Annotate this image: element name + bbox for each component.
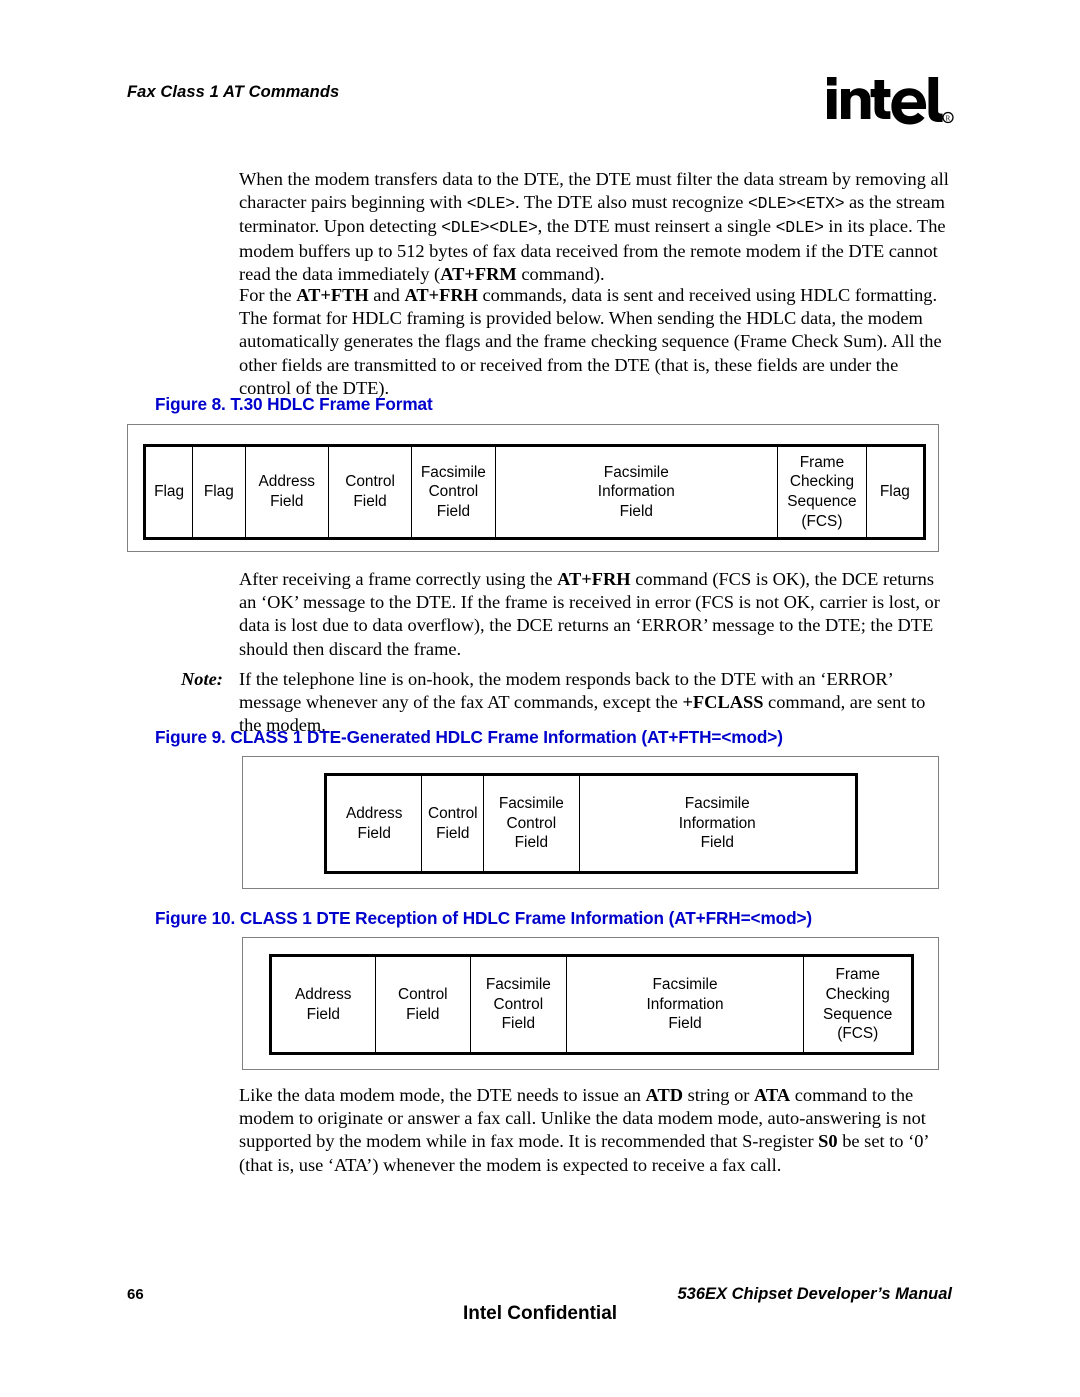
frame-field-line: Address xyxy=(345,804,403,822)
figure-8-frame: Flag Flag Address Field Control Field Facsimil… xyxy=(127,424,939,552)
figure-9-table: Address Field Control Field Facsimile Control… xyxy=(324,773,858,874)
frame-field-line: Facsimile xyxy=(498,795,564,813)
frame-field-line: (FCS) xyxy=(801,512,843,530)
frame-field-cell: Facsimile Control Field xyxy=(484,776,580,871)
frame-field-line: Field xyxy=(501,1015,535,1033)
frame-field-line: Address xyxy=(258,473,315,491)
frame-field-line: Information xyxy=(646,995,724,1013)
frame-field-line: Field xyxy=(353,493,387,510)
frame-field-cell: Address Field xyxy=(246,447,329,537)
frame-field-line: Facsimile xyxy=(652,976,718,994)
frame-field-line: Frame xyxy=(835,966,880,984)
figure-9-frame: Address Field Control Field Facsimile Control… xyxy=(242,756,939,889)
frame-field-cell: Address Field xyxy=(272,957,376,1052)
footer-page-number: 66 xyxy=(127,1286,144,1303)
running-head: Fax Class 1 AT Commands xyxy=(127,83,340,101)
footer-confidential-notice: Intel Confidential xyxy=(462,1303,618,1324)
frame-field-line: Checking xyxy=(825,985,890,1003)
svg-text:R: R xyxy=(946,115,951,123)
figure-10-table: Address Field Control Field Facsimile Control… xyxy=(269,954,914,1055)
frame-field-cell: Facsimile Information Field xyxy=(567,957,805,1052)
intel-logo-svg: R xyxy=(827,77,954,125)
footer-manual-title: 536EX Chipset Developer’s Manual xyxy=(677,1285,953,1303)
paragraph-3: After receiving a frame correctly using … xyxy=(239,569,940,659)
frame-field-line: Field xyxy=(436,824,470,842)
frame-field-line: Sequence xyxy=(823,1005,893,1023)
frame-field-line: Field xyxy=(357,824,391,842)
paragraph-4: Like the data modem mode, the DTE needs … xyxy=(239,1085,929,1175)
frame-field-line: Address xyxy=(295,985,352,1003)
frame-field-line: Flag xyxy=(154,483,185,501)
frame-field-line: Control xyxy=(427,804,478,822)
frame-field-line: Facsimile xyxy=(684,795,750,813)
paragraph-2: For the AT+FTH and AT+FRH commands, data… xyxy=(239,285,942,398)
frame-field-cell: Flag xyxy=(146,447,194,537)
note-label: Note: xyxy=(181,669,223,689)
frame-field-line: Information xyxy=(678,814,756,832)
frame-field-line: Field xyxy=(668,1015,702,1033)
frame-field-cell: Facsimile Control Field xyxy=(412,447,496,537)
frame-field-line: Field xyxy=(619,502,653,520)
frame-field-line: Control xyxy=(397,985,448,1003)
frame-field-line: Field xyxy=(436,502,471,520)
figure-10-caption: Figure 10. CLASS 1 DTE Reception of HDLC… xyxy=(155,908,813,928)
frame-field-cell: Flag xyxy=(193,447,246,537)
paragraph-1: When the modem transfers data to the DTE… xyxy=(239,169,949,284)
frame-field-cell: Frame Checking Sequence (FCS) xyxy=(804,957,911,1052)
frame-field-cell: Flag xyxy=(867,447,923,537)
figure-10-frame: Address Field Control Field Facsimile Control… xyxy=(242,937,939,1070)
frame-field-line: Field xyxy=(700,834,734,852)
frame-field-cell: Control Field xyxy=(376,957,472,1052)
figure-8-table: Flag Flag Address Field Control Field Facsimil… xyxy=(143,444,926,540)
frame-field-line: Control xyxy=(428,483,479,501)
frame-field-line: Field xyxy=(270,493,304,510)
frame-field-cell: Frame Checking Sequence (FCS) xyxy=(778,447,867,537)
frame-field-line: Flag xyxy=(203,483,234,501)
frame-field-line: Information xyxy=(597,483,675,501)
frame-field-line: Field xyxy=(514,834,548,852)
frame-field-line: Control xyxy=(493,995,544,1013)
frame-field-line: Control xyxy=(345,473,395,491)
frame-field-line: Field xyxy=(306,1005,340,1023)
frame-field-cell: Control Field xyxy=(329,447,413,537)
frame-field-cell: Facsimile Control Field xyxy=(471,957,567,1052)
frame-field-cell: Facsimile Information Field xyxy=(580,776,855,871)
frame-field-line: (FCS) xyxy=(837,1025,879,1043)
intel-logo: R xyxy=(824,72,954,134)
frame-field-line: Frame xyxy=(799,453,845,471)
frame-field-cell: Control Field xyxy=(422,776,485,871)
frame-field-line: Facsimile xyxy=(420,463,486,481)
frame-field-line: Flag xyxy=(879,483,910,501)
frame-field-line: Checking xyxy=(789,473,855,491)
frame-field-cell: Facsimile Information Field xyxy=(496,447,779,537)
frame-field-cell: Address Field xyxy=(327,776,423,871)
frame-field-line: Field xyxy=(406,1005,440,1023)
frame-field-line: Control xyxy=(506,814,557,832)
figure-8-caption: Figure 8. T.30 HDLC Frame Format xyxy=(155,394,433,414)
frame-field-line: Sequence xyxy=(787,493,857,510)
figure-9-caption: Figure 9. CLASS 1 DTE-Generated HDLC Fra… xyxy=(155,727,783,747)
frame-field-line: Facsimile xyxy=(603,463,669,481)
frame-field-line: Facsimile xyxy=(485,976,551,994)
